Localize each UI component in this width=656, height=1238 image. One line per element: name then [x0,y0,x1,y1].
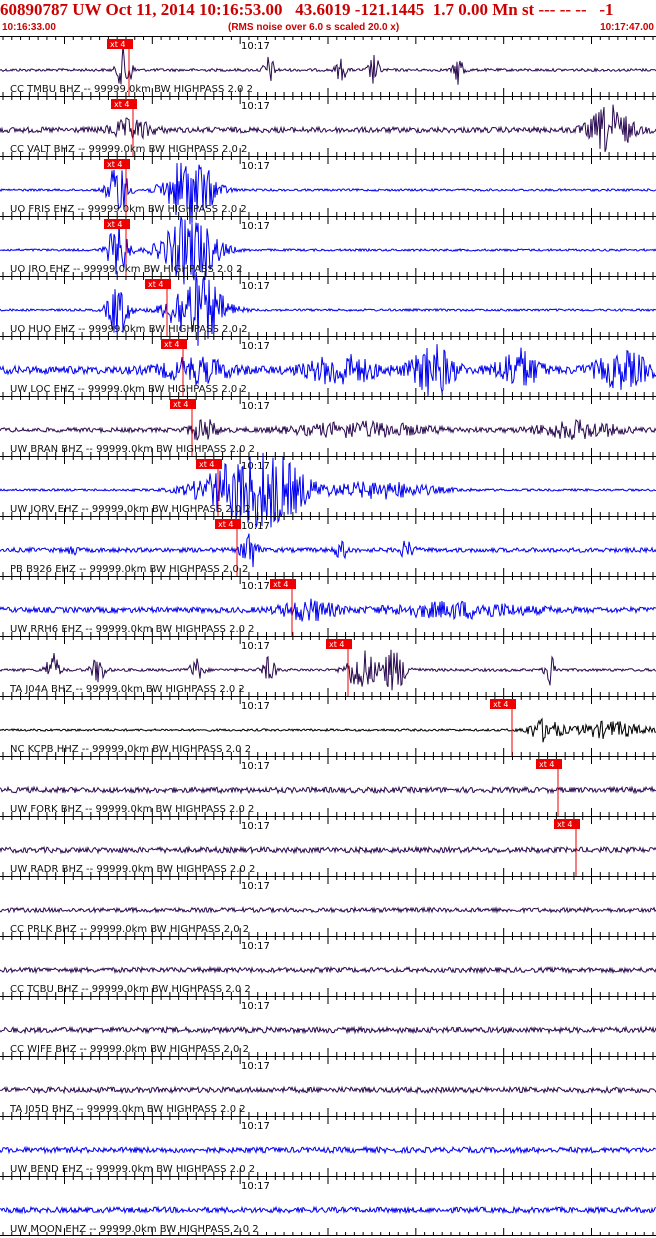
pick-label: xt 4 [539,760,555,769]
trace-panel: 10:17 xt 4 UO HUO EHZ -- 99999.0km BW HIGH… [0,273,656,346]
event-title: 60890787 UW Oct 11, 2014 10:16:53.00 43.… [0,0,614,19]
trace-label: UW BEND EHZ -- 99999.0km BW HIGHPASS 2.0… [10,1164,255,1175]
minute-label: 10:17 [241,1001,270,1012]
trace-label: UW JORV EHZ -- 99999.0km BW HIGHPASS 2.0… [10,504,251,515]
pick-label: xt 4 [148,280,164,289]
minute-label: 10:17 [241,1121,270,1132]
pick-label: xt 4 [493,700,509,709]
trace-panel: 10:17 xt 4 UW RADR BHZ -- 99999.0km BW HIG… [0,816,656,876]
minute-label: 10:17 [241,341,270,352]
waveform [0,1145,656,1155]
waveform [0,598,656,622]
trace-panel: 10:17 TA J05D BHZ -- 99999.0km BW HIGHPAS… [0,1056,656,1116]
trace-panel: 10:17 CC PRLK BHZ -- 99999.0km BW HIGHPAS… [0,876,656,936]
end-time: 10:17:47.00 [600,22,654,33]
trace-label: UW FORK BHZ -- 99999.0km BW HIGHPASS 2.0… [10,804,254,815]
trace-label: UO HUO EHZ -- 99999.0km BW HIGHPASS 2.0 … [10,324,247,335]
trace-label: TA J05D BHZ -- 99999.0km BW HIGHPASS 2.0… [9,1104,246,1115]
trace-label: UW RADR BHZ -- 99999.0km BW HIGHPASS 2.0… [10,864,255,875]
trace-panel: 10:17 xt 4 CC TMBU BHZ -- 99999.0km BW HIG… [0,36,656,96]
trace-label: UW LOC EHZ -- 99999.0km BW HIGHPASS 2.0 … [10,384,247,395]
waveform [0,419,656,441]
waveform [0,1085,656,1095]
pick-label: xt 4 [107,220,123,229]
trace-panel: 10:17 UW MOON EHZ -- 99999.0km BW HIGHPAS… [0,1176,656,1236]
trace-label: UW BRAN BHZ -- 99999.0km BW HIGHPASS 2.0… [10,444,255,455]
trace-label: CC TCBU BHZ -- 99999.0km BW HIGHPASS 2.0… [10,984,251,995]
trace-label: UO FRIS EHZ -- 99999.0km BW HIGHPASS 2.0… [10,204,247,215]
waveform [0,845,656,855]
trace-panel: 10:17 UW BEND EHZ -- 99999.0km BW HIGHPAS… [0,1116,656,1176]
pick-label: xt 4 [114,100,130,109]
minute-label: 10:17 [241,101,270,112]
minute-label: 10:17 [241,701,270,712]
minute-label: 10:17 [241,941,270,952]
pick-label: xt 4 [218,520,234,529]
start-time: 10:16:33.00 [2,22,56,33]
pick-label: xt 4 [164,340,180,349]
minute-label: 10:17 [241,641,270,652]
pick-label: xt 4 [273,580,289,589]
waveform [0,906,656,915]
minute-label: 10:17 [241,401,270,412]
trace-label: CC PRLK BHZ -- 99999.0km BW HIGHPASS 2.0… [10,924,249,935]
trace-panel: 10:17 xt 4 UO FRIS EHZ -- 99999.0km BW HIG… [0,156,656,225]
pick-label: xt 4 [329,640,345,649]
waveform [0,717,656,743]
trace-panel: 10:17 xt 4 UW FORK BHZ -- 99999.0km BW HIG… [0,756,656,816]
trace-label: UO IRO EHZ -- 99999.0km BW HIGHPASS 2.0 … [10,264,243,275]
minute-label: 10:17 [241,161,270,172]
pick-label: xt 4 [110,40,126,49]
pick-label: xt 4 [173,400,189,409]
waveform [0,533,656,568]
trace-label: UW RRH6 EHZ -- 99999.0km BW HIGHPASS 2.0… [10,624,255,635]
header: 60890787 UW Oct 11, 2014 10:16:53.00 43.… [0,0,656,36]
pick-label: xt 4 [199,460,215,469]
trace-label: NC KCPB HHZ -- 99999.0km BW HIGHPASS 2.0… [10,744,251,755]
trace-panel: 10:17 xt 4 PB B926 EHZ -- 99999.0km BW HIG… [0,516,656,576]
trace-panel: 10:17 xt 4 UW BRAN BHZ -- 99999.0km BW HIG… [0,396,656,456]
seismogram-plot: 10:17 xt 4 CC TMBU BHZ -- 99999.0km BW HIG… [0,36,656,1238]
waveform [0,45,656,85]
seismogram-svg: 10:17xt 4CC TMBU BHZ -- 99999.0km BW HIG… [0,36,656,1236]
waveform [0,1205,656,1215]
trace-panel: 10:17 xt 4 NC KCPB HHZ -- 99999.0km BW HIG… [0,696,656,756]
trace-label: PB B926 EHZ -- 99999.0km BW HIGHPASS 2.0… [10,564,248,575]
trace-panel: 10:17 CC TCBU BHZ -- 99999.0km BW HIGHPAS… [0,936,656,996]
minute-label: 10:17 [241,521,270,532]
trace-label: TA J04A BHZ -- 99999.0km BW HIGHPASS 2.0… [9,684,245,695]
minute-label: 10:17 [241,881,270,892]
minute-label: 10:17 [241,1181,270,1192]
trace-label: CC WIFE BHZ -- 99999.0km BW HIGHPASS 2.0… [10,1044,249,1055]
minute-label: 10:17 [241,761,270,772]
trace-label: CC TMBU BHZ -- 99999.0km BW HIGHPASS 2.0… [10,84,253,95]
minute-label: 10:17 [241,221,270,232]
scale-note: (RMS noise over 6.0 s scaled 20.0 x) [228,22,400,33]
trace-label: CC VALT BHZ -- 99999.0km BW HIGHPASS 2.0… [10,144,247,155]
trace-panel: 10:17 CC WIFE BHZ -- 99999.0km BW HIGHPAS… [0,996,656,1056]
trace-panel: 10:17 xt 4 CC VALT BHZ -- 99999.0km BW HIG… [0,96,656,156]
minute-label: 10:17 [241,461,270,472]
minute-label: 10:17 [241,581,270,592]
trace-panel: 10:17 xt 4 TA J04A BHZ -- 99999.0km BW HIG… [0,636,656,696]
trace-panel: 10:17 xt 4 UO IRO EHZ -- 99999.0km BW HIGH… [0,216,656,285]
trace-panel: 10:17 xt 4 UW LOC EHZ -- 99999.0km BW HIGH… [0,336,656,397]
waveform [0,965,656,975]
pick-label: xt 4 [557,820,573,829]
pick-label: xt 4 [107,160,123,169]
minute-label: 10:17 [241,1061,270,1072]
minute-label: 10:17 [241,41,270,52]
trace-label: UW MOON EHZ -- 99999.0km BW HIGHPASS 2.0… [10,1224,259,1235]
minute-label: 10:17 [241,821,270,832]
trace-panel: 10:17 xt 4 UW RRH6 EHZ -- 99999.0km BW HIG… [0,576,656,636]
waveform [0,1025,656,1035]
minute-label: 10:17 [241,281,270,292]
